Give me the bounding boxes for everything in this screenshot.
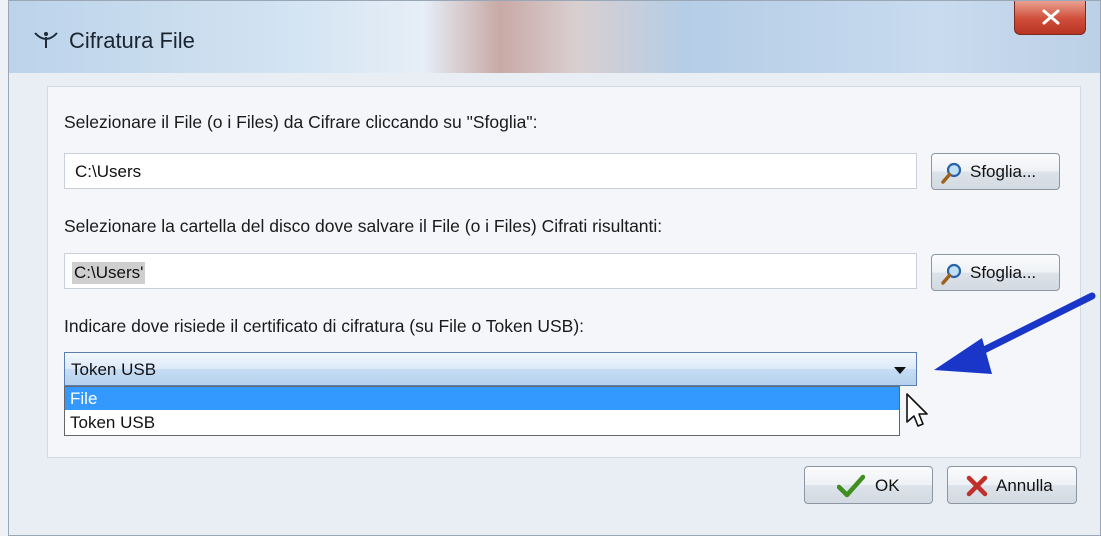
mouse-pointer-icon	[906, 393, 928, 427]
certificate-location-select[interactable]: Token USB	[64, 352, 917, 386]
destination-browse-button[interactable]: Sfoglia...	[931, 254, 1060, 291]
magnifier-icon	[941, 263, 962, 285]
source-file-label: Selezionare il File (o i Files) da Cifra…	[64, 112, 538, 132]
destination-path-value: C:\Users'	[72, 262, 146, 284]
dropdown-option-file[interactable]: File	[65, 387, 899, 410]
title-bar[interactable]: Cifratura File	[9, 1, 1100, 73]
window-title: Cifratura File	[69, 28, 195, 53]
close-icon	[1042, 9, 1060, 25]
certificate-location-label: Indicare dove risiede il certificato di …	[64, 316, 585, 336]
ok-label: OK	[875, 476, 900, 495]
certificate-selected-value: Token USB	[71, 360, 157, 379]
annotation-arrow-icon	[934, 292, 1096, 374]
chevron-down-icon[interactable]	[894, 367, 906, 374]
source-path-input[interactable]: C:\Users	[64, 153, 917, 189]
destination-browse-label: Sfoglia...	[970, 263, 1037, 282]
ok-button[interactable]: OK	[804, 466, 933, 504]
destination-folder-label: Selezionare la cartella del disco dove s…	[64, 216, 663, 236]
destination-path-input[interactable]: C:\Users'	[64, 253, 917, 289]
source-browse-label: Sfoglia...	[970, 162, 1037, 181]
source-browse-button[interactable]: Sfoglia...	[931, 153, 1060, 190]
certificate-dropdown-list: File Token USB	[64, 386, 900, 436]
x-icon	[966, 475, 988, 497]
dropdown-option-token-usb[interactable]: Token USB	[65, 411, 899, 434]
cancel-label: Annulla	[996, 476, 1053, 495]
magnifier-icon	[941, 162, 962, 184]
app-icon	[34, 32, 58, 48]
cancel-button[interactable]: Annulla	[947, 466, 1077, 504]
source-path-value: C:\Users	[75, 162, 142, 181]
checkmark-icon	[837, 474, 865, 498]
close-button[interactable]	[1014, 1, 1086, 35]
